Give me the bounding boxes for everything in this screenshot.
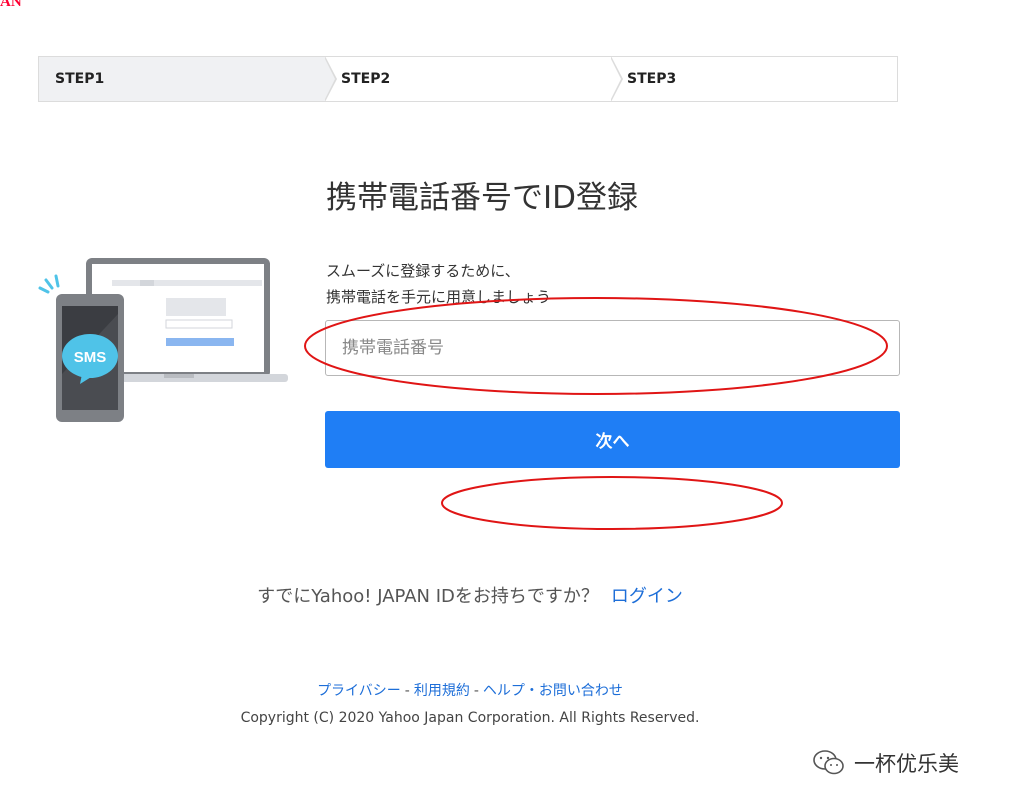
existing-account-line: すでにYahoo! JAPAN IDをお持ちですか？ ログイン — [0, 582, 940, 608]
description-line-2: 携帯電話を手元に用意しましょう — [326, 288, 552, 306]
page-title: 携帯電話番号でID登録 — [326, 180, 639, 216]
footer-separator: - — [473, 683, 479, 699]
phone-number-input[interactable] — [325, 320, 900, 376]
footer-links: プライバシー - 利用規約 - ヘルプ・お問い合わせ — [0, 680, 940, 700]
copyright: Copyright (C) 2020 Yahoo Japan Corporati… — [240, 710, 700, 726]
existing-account-prompt: すでにYahoo! JAPAN IDをお持ちですか？ — [257, 586, 599, 607]
step-3: STEP3 — [611, 57, 897, 101]
next-button[interactable]: 次へ — [325, 411, 900, 468]
step-progress-bar: STEP1 STEP2 STEP3 — [38, 56, 898, 102]
phone-laptop-illustration: SMS — [38, 258, 288, 422]
yahoo-logo-fragment[interactable]: AN — [0, 0, 22, 11]
footer-separator: - — [404, 683, 410, 699]
sms-badge-text: SMS — [74, 349, 107, 366]
annotation-ellipse-below-button — [441, 476, 783, 530]
watermark-text: 一杯优乐美 — [854, 752, 959, 776]
step-chevron — [610, 56, 623, 102]
step-2: STEP2 — [325, 56, 623, 102]
step-2-label: STEP2 — [341, 71, 391, 87]
description-line-1: スムーズに登録するために、 — [326, 262, 520, 280]
step-chevron — [324, 56, 337, 102]
login-link[interactable]: ログイン — [611, 586, 683, 607]
wechat-icon — [813, 750, 844, 775]
description: スムーズに登録するために、 携帯電話を手元に用意しましょう — [326, 258, 551, 310]
step-1-label: STEP1 — [55, 71, 105, 87]
privacy-link[interactable]: プライバシー — [317, 683, 401, 699]
terms-link[interactable]: 利用規約 — [414, 683, 470, 699]
help-contact-link[interactable]: ヘルプ・お問い合わせ — [483, 683, 623, 699]
step-1: STEP1 — [39, 56, 337, 102]
step-3-label: STEP3 — [627, 71, 677, 87]
signal-waves-icon — [38, 274, 60, 294]
wechat-watermark: 一杯优乐美 — [812, 748, 959, 778]
